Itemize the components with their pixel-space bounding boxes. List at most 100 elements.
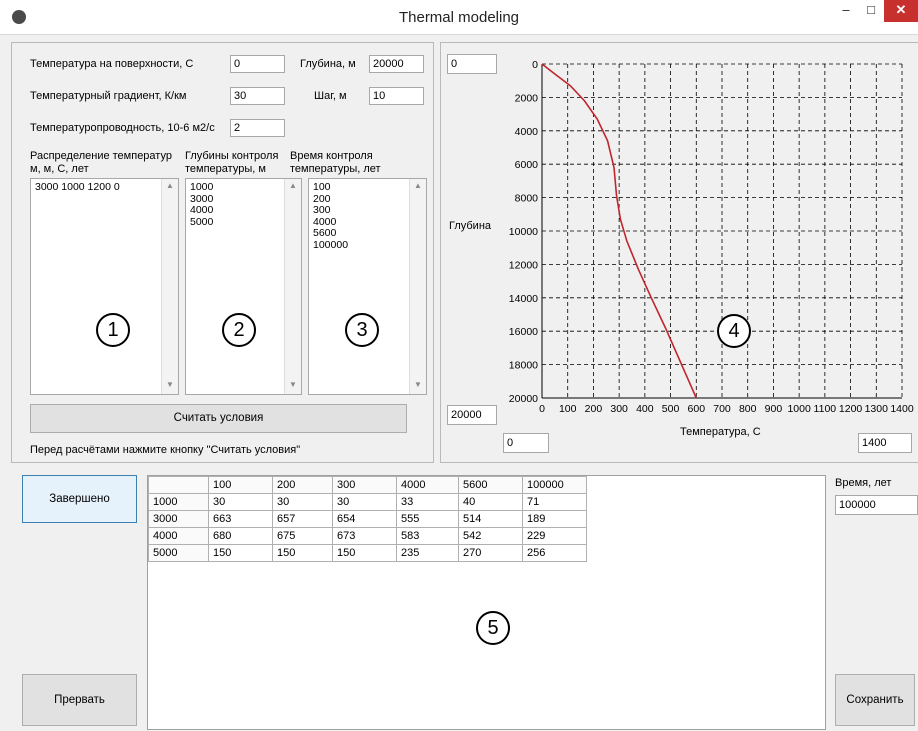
column-header[interactable] xyxy=(148,476,209,494)
marker-2: 2 xyxy=(222,313,256,347)
y-tick-label: 2000 xyxy=(515,92,539,104)
y-tick-label: 14000 xyxy=(509,293,538,305)
table-row: 1000 30 30 30 33 40 71 xyxy=(148,493,587,511)
table-cell[interactable]: 150 xyxy=(208,544,273,562)
scroll-up-icon[interactable]: ▲ xyxy=(410,181,426,193)
temp-max-field[interactable] xyxy=(858,433,912,453)
results-grid[interactable]: 100 200 300 4000 5600 100000 1000 30 30 30 33 40 71 3… xyxy=(147,475,826,730)
row-header[interactable]: 4000 xyxy=(148,527,209,545)
depths-textarea[interactable]: 1000 3000 4000 5000 ▲ ▼ xyxy=(185,178,302,395)
times-textarea[interactable]: 100 200 300 4000 5600 100000 ▲ ▼ xyxy=(308,178,427,395)
column-header[interactable]: 100000 xyxy=(522,476,587,494)
distribution-text: 3000 1000 1200 0 xyxy=(35,181,120,193)
distribution-textarea[interactable]: 3000 1000 1200 0 ▲ ▼ xyxy=(30,178,179,395)
surface-temp-field[interactable] xyxy=(230,55,285,73)
table-cell[interactable]: 583 xyxy=(396,527,459,545)
x-tick-label: 600 xyxy=(688,403,706,415)
x-tick-label: 400 xyxy=(636,403,654,415)
table-cell[interactable]: 673 xyxy=(332,527,397,545)
scroll-down-icon[interactable]: ▼ xyxy=(285,380,301,392)
scroll-up-icon[interactable]: ▲ xyxy=(285,181,301,193)
table-cell[interactable]: 654 xyxy=(332,510,397,528)
table-cell[interactable]: 680 xyxy=(208,527,273,545)
distribution-scrollbar[interactable]: ▲ ▼ xyxy=(161,179,178,394)
table-cell[interactable]: 189 xyxy=(522,510,587,528)
surface-temp-label: Температура на поверхности, С xyxy=(30,58,194,70)
diffusivity-field[interactable] xyxy=(230,119,285,137)
table-cell[interactable]: 542 xyxy=(458,527,523,545)
time-field[interactable] xyxy=(835,495,918,515)
minimize-button[interactable]: – xyxy=(836,0,856,22)
temp-min-field[interactable] xyxy=(503,433,549,453)
y-tick-label: 0 xyxy=(532,59,538,71)
window-title: Thermal modeling xyxy=(398,9,520,26)
time-label: Время, лет xyxy=(835,477,892,489)
x-tick-label: 900 xyxy=(765,403,783,415)
column-header[interactable]: 200 xyxy=(272,476,333,494)
y-tick-label: 6000 xyxy=(515,159,539,171)
diffusivity-label: Температуропроводность, 10-6 м2/с xyxy=(30,122,215,134)
depth-min-field[interactable] xyxy=(447,54,497,74)
table-cell[interactable]: 657 xyxy=(272,510,333,528)
x-tick-label: 300 xyxy=(610,403,628,415)
close-button[interactable]: ✕ xyxy=(884,0,918,22)
x-tick-label: 800 xyxy=(739,403,757,415)
table-cell[interactable]: 40 xyxy=(458,493,523,511)
x-tick-label: 700 xyxy=(713,403,731,415)
depth-label: Глубина, м xyxy=(300,58,356,70)
scroll-down-icon[interactable]: ▼ xyxy=(162,380,178,392)
row-header[interactable]: 5000 xyxy=(148,544,209,562)
table-cell[interactable]: 514 xyxy=(458,510,523,528)
distribution-header: Распределение температур м, м, С, лет xyxy=(30,150,172,175)
table-cell[interactable]: 675 xyxy=(272,527,333,545)
scroll-up-icon[interactable]: ▲ xyxy=(162,181,178,193)
table-cell[interactable]: 235 xyxy=(396,544,459,562)
save-button[interactable]: Сохранить xyxy=(835,674,915,726)
times-scrollbar[interactable]: ▲ ▼ xyxy=(409,179,426,394)
table-cell[interactable]: 33 xyxy=(396,493,459,511)
y-axis-label: Глубина xyxy=(449,220,492,232)
abort-button[interactable]: Прервать xyxy=(22,674,137,726)
row-header[interactable]: 3000 xyxy=(148,510,209,528)
table-cell[interactable]: 150 xyxy=(332,544,397,562)
hint-text: Перед расчётами нажмите кнопку "Считать … xyxy=(30,444,301,456)
done-button[interactable]: Завершено xyxy=(22,475,137,523)
gradient-field[interactable] xyxy=(230,87,285,105)
table-cell[interactable]: 150 xyxy=(272,544,333,562)
table-cell[interactable]: 229 xyxy=(522,527,587,545)
x-tick-label: 1000 xyxy=(787,403,811,415)
table-cell[interactable]: 71 xyxy=(522,493,587,511)
column-header[interactable]: 300 xyxy=(332,476,397,494)
depth-field[interactable] xyxy=(369,55,424,73)
table-cell[interactable]: 256 xyxy=(522,544,587,562)
read-conditions-button[interactable]: Считать условия xyxy=(30,404,407,433)
table-cell[interactable]: 555 xyxy=(396,510,459,528)
x-tick-label: 200 xyxy=(585,403,603,415)
depth-max-field[interactable] xyxy=(447,405,497,425)
results-table: 100 200 300 4000 5600 100000 1000 30 30 30 33 40 71 3… xyxy=(148,476,587,562)
gradient-label: Температурный градиент, К/км xyxy=(30,90,187,102)
scroll-down-icon[interactable]: ▼ xyxy=(410,380,426,392)
y-tick-label: 16000 xyxy=(509,326,538,338)
x-tick-label: 500 xyxy=(662,403,680,415)
step-field[interactable] xyxy=(369,87,424,105)
times-header: Время контроля температуры, лет xyxy=(290,150,381,175)
column-header[interactable]: 100 xyxy=(208,476,273,494)
depths-header: Глубины контроля температуры, м xyxy=(185,150,279,175)
table-cell[interactable]: 663 xyxy=(208,510,273,528)
table-cell[interactable]: 270 xyxy=(458,544,523,562)
maximize-button[interactable]: □ xyxy=(860,0,882,22)
table-row: 100 200 300 4000 5600 100000 xyxy=(148,476,587,494)
column-header[interactable]: 4000 xyxy=(396,476,459,494)
depths-scrollbar[interactable]: ▲ ▼ xyxy=(284,179,301,394)
row-header[interactable]: 1000 xyxy=(148,493,209,511)
table-cell[interactable]: 30 xyxy=(332,493,397,511)
table-cell[interactable]: 30 xyxy=(208,493,273,511)
column-header[interactable]: 5600 xyxy=(458,476,523,494)
x-axis-label: Температура, С xyxy=(680,426,761,438)
marker-3: 3 xyxy=(345,313,379,347)
depths-text: 1000 3000 4000 5000 xyxy=(190,181,214,228)
table-cell[interactable]: 30 xyxy=(272,493,333,511)
y-tick-label: 4000 xyxy=(515,126,539,138)
marker-1: 1 xyxy=(96,313,130,347)
